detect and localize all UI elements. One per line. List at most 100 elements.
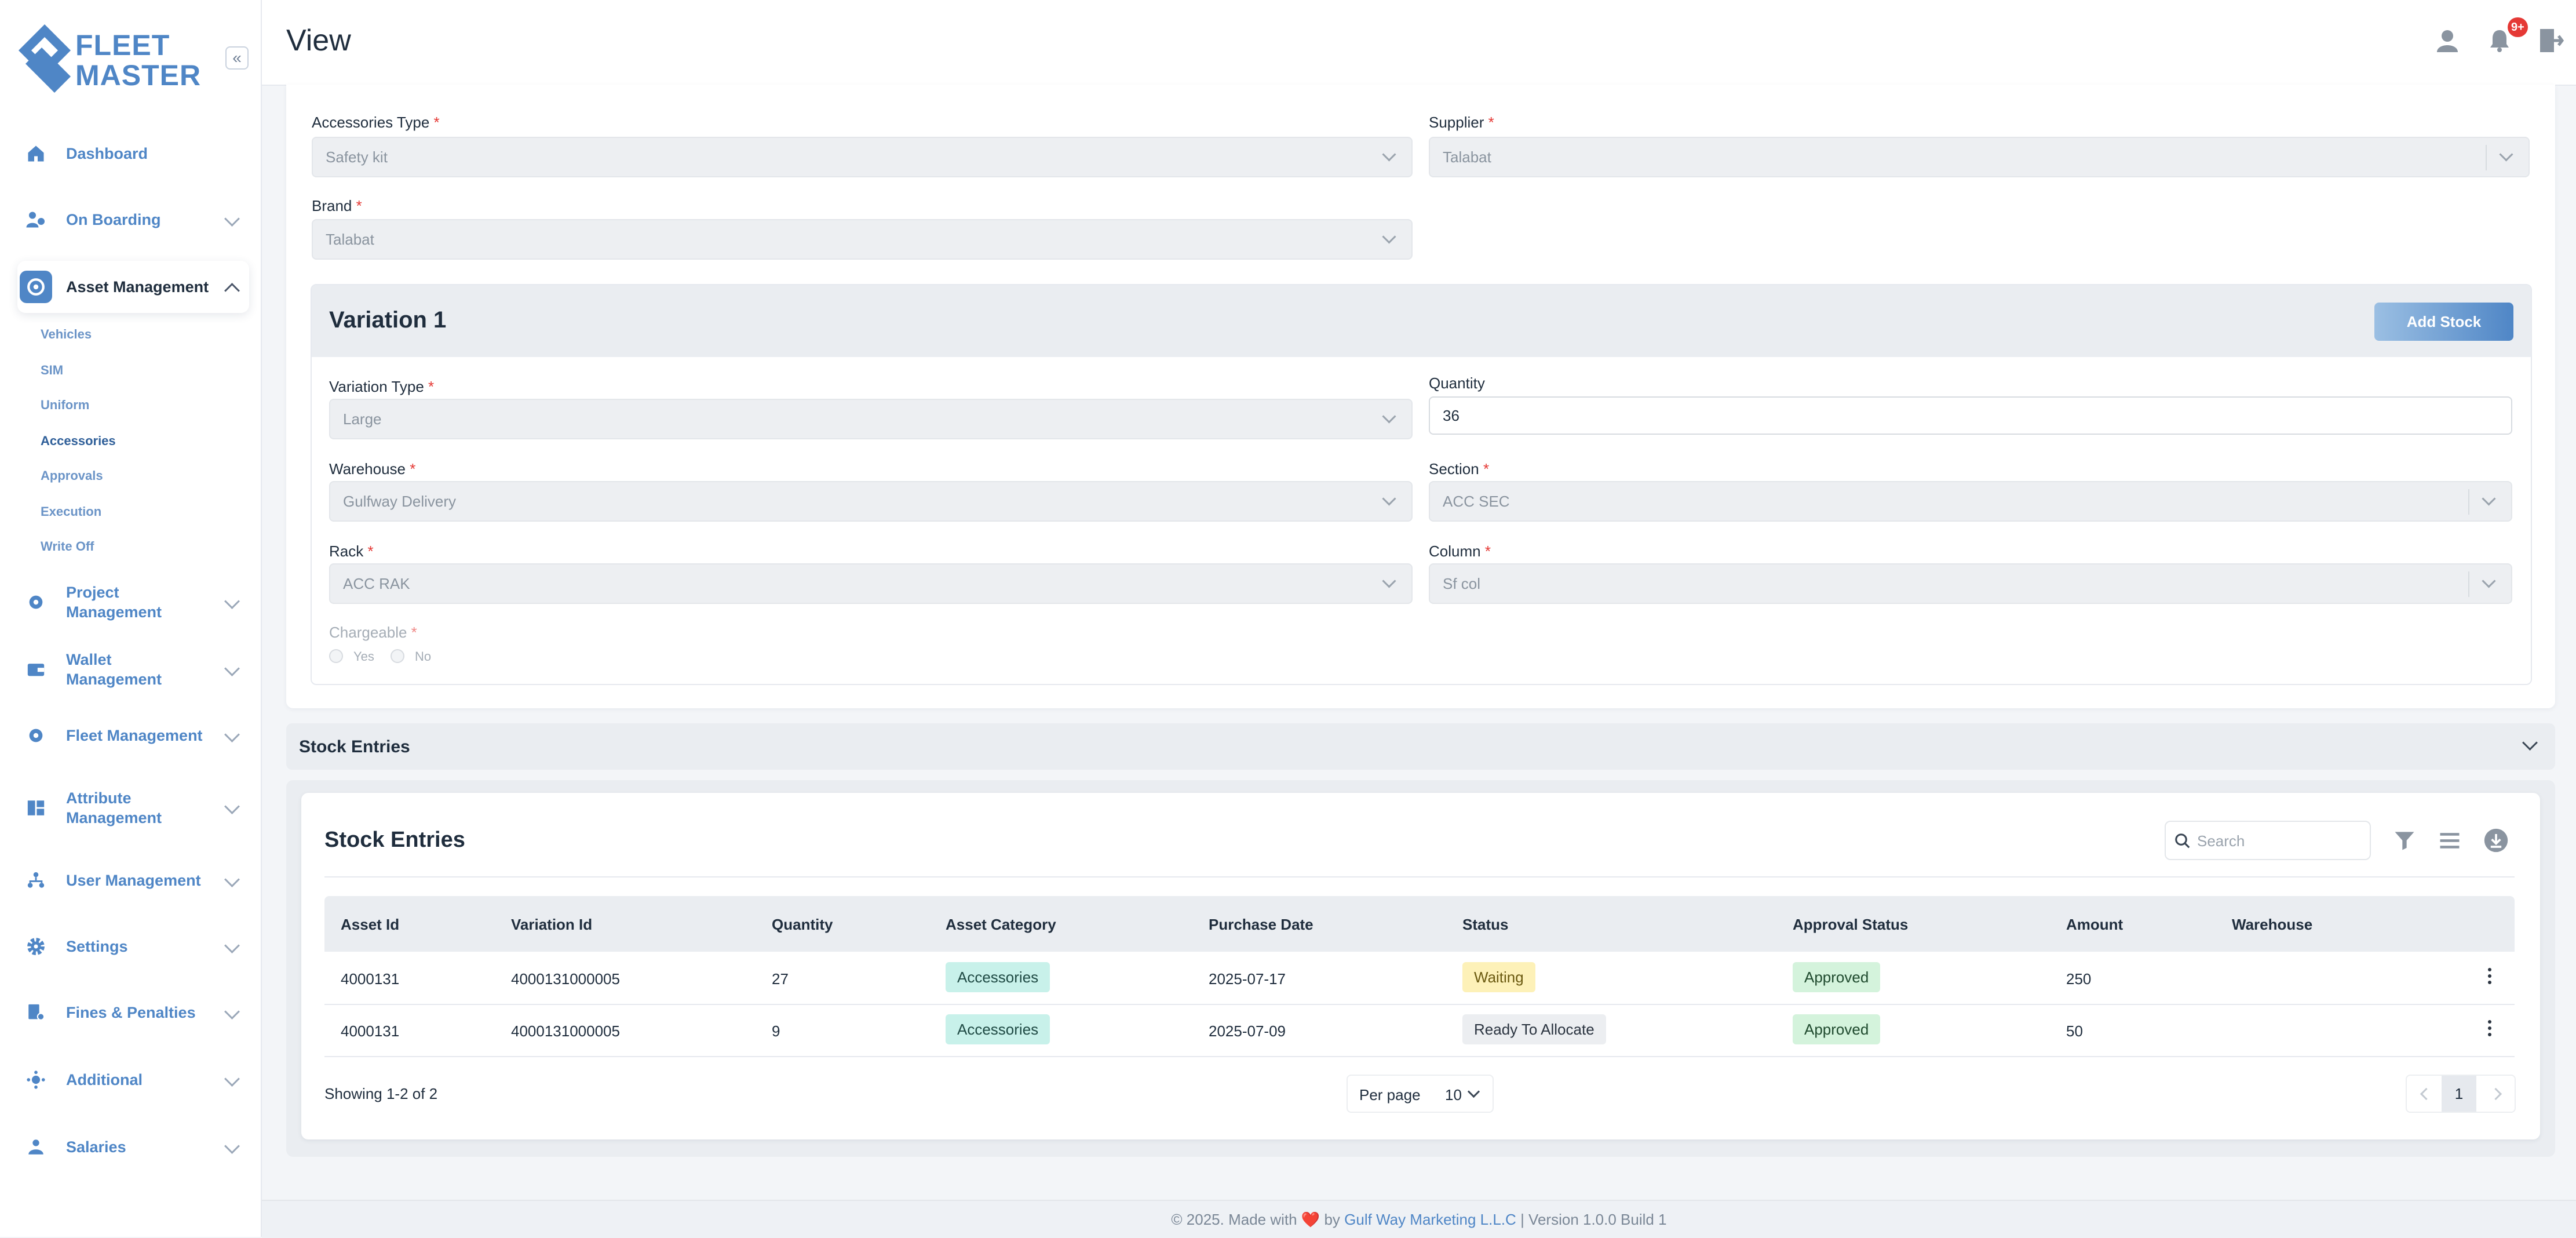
add-stock-button[interactable]: Add Stock (2374, 303, 2513, 341)
search-placeholder: Search (2197, 832, 2245, 850)
column-header-quantity[interactable]: Quantity (772, 916, 833, 934)
download-icon[interactable] (2483, 828, 2509, 853)
brand-select[interactable]: Talabat (312, 219, 1413, 260)
submenu-item-accessories[interactable]: Accessories (41, 434, 116, 449)
column-header-amount[interactable]: Amount (2066, 916, 2123, 934)
fleet-master-logo[interactable]: FLEET MASTER (19, 24, 216, 97)
required-marker: * (356, 197, 362, 214)
next-page-chevron-icon[interactable] (2489, 1087, 2502, 1101)
sidebar-item-user-management[interactable]: User Management (17, 854, 249, 906)
required-marker: * (1488, 114, 1494, 131)
sidebar-item-project-management[interactable]: Project Management (17, 576, 249, 628)
supplier-select[interactable]: Talabat (1429, 137, 2530, 177)
project-icon (20, 586, 52, 618)
chevron-down-icon (1467, 1085, 1480, 1098)
required-marker: * (411, 624, 417, 641)
row-actions-kebab-icon[interactable] (2488, 968, 2491, 987)
select-value: Sf col (1443, 575, 1481, 592)
stock-entries-accordion[interactable]: Stock Entries (286, 723, 2555, 770)
column-header-purchase-date[interactable]: Purchase Date (1209, 916, 1313, 934)
chevron-down-icon (224, 1004, 240, 1019)
sidebar-item-additional[interactable]: Additional (17, 1054, 249, 1106)
column-select[interactable]: Sf col (1429, 563, 2512, 604)
submenu-item-write-off[interactable]: Write Off (41, 539, 94, 554)
required-marker: * (433, 114, 440, 131)
status-badge: Ready To Allocate (1462, 1014, 1606, 1044)
user-profile-icon[interactable] (2433, 27, 2461, 54)
columns-menu-icon[interactable] (2437, 828, 2462, 853)
sidebar-item-fleet-management[interactable]: Fleet Management (17, 709, 249, 762)
variation-title: Variation 1 (329, 307, 447, 333)
submenu-item-vehicles[interactable]: Vehicles (41, 327, 92, 342)
chargeable-yes-label: Yes (353, 649, 374, 664)
submenu-item-approvals[interactable]: Approvals (41, 468, 103, 483)
chargeable-no-radio[interactable] (391, 649, 404, 663)
sidebar-item-attribute-management[interactable]: Attribute Management (17, 781, 249, 835)
chevron-down-icon (224, 799, 240, 814)
chargeable-yes-radio[interactable] (329, 649, 343, 663)
column-header-warehouse[interactable]: Warehouse (2232, 916, 2312, 934)
column-header-asset-id[interactable]: Asset Id (341, 916, 399, 934)
column-header-status[interactable]: Status (1462, 916, 1508, 934)
accessories-type-select[interactable]: Safety kit (312, 137, 1413, 177)
sidebar-item-salaries[interactable]: Salaries (17, 1121, 249, 1173)
pagination: 1 (2406, 1075, 2516, 1113)
fines-icon (20, 996, 52, 1029)
submenu-item-uniform[interactable]: Uniform (41, 398, 89, 413)
company-link[interactable]: Gulf Way Marketing L.L.C (1344, 1211, 1516, 1228)
filter-icon[interactable] (2392, 828, 2417, 853)
footer-prefix: © 2025. Made with (1171, 1211, 1297, 1228)
collapse-sidebar-button[interactable]: « (225, 46, 249, 70)
wallet-icon (20, 653, 52, 686)
quantity-input[interactable]: 36 (1429, 396, 2512, 435)
label-text: Warehouse (329, 460, 406, 478)
chevron-down-icon (2482, 491, 2496, 506)
per-page-label: Per page (1359, 1086, 1421, 1104)
search-input[interactable]: Search (2165, 821, 2371, 860)
per-page-value: 10 (1445, 1086, 1462, 1104)
select-separator (2468, 489, 2469, 515)
submenu-item-sim[interactable]: SIM (41, 363, 63, 378)
warehouse-select[interactable]: Gulfway Delivery (329, 481, 1413, 522)
chevron-down-icon (1382, 409, 1396, 424)
sidebar-item-on-boarding[interactable]: On Boarding (17, 194, 249, 246)
warehouse-label: Warehouse * (329, 460, 415, 478)
row-actions-kebab-icon[interactable] (2488, 1020, 2491, 1039)
logo-mark-icon (19, 24, 71, 93)
top-header: View 9+ (262, 0, 2576, 86)
cell-quantity: 27 (772, 970, 789, 988)
per-page-select[interactable]: Per page 10 (1347, 1075, 1494, 1113)
onboarding-icon (20, 203, 52, 236)
label-text: Column (1429, 542, 1481, 560)
sidebar-item-settings[interactable]: Settings (17, 920, 249, 973)
input-value: 36 (1443, 407, 1460, 424)
sidebar-item-label: Fines & Penalties (66, 1004, 196, 1021)
logout-icon[interactable] (2537, 27, 2564, 54)
chevron-down-icon (224, 727, 240, 742)
select-separator (2486, 145, 2487, 170)
column-header-approval-status[interactable]: Approval Status (1793, 916, 1908, 934)
previous-page-chevron-icon[interactable] (2420, 1087, 2433, 1101)
users-icon (20, 864, 52, 897)
approval-badge: Approved (1793, 1014, 1881, 1044)
chevron-down-icon (2499, 147, 2513, 162)
row-divider (324, 1004, 2515, 1005)
category-badge: Accessories (946, 1014, 1050, 1044)
title-divider (324, 876, 2515, 877)
page-title: View (286, 24, 351, 57)
sidebar-item-label: Settings (66, 938, 128, 955)
variation-type-select[interactable]: Large (329, 399, 1413, 439)
section-select[interactable]: ACC SEC (1429, 481, 2512, 522)
cell-asset-id: 4000131 (341, 970, 400, 988)
additional-icon (20, 1064, 52, 1096)
sidebar-item-fines-penalties[interactable]: Fines & Penalties (17, 986, 249, 1039)
column-header-asset-category[interactable]: Asset Category (946, 916, 1056, 934)
sidebar-item-dashboard[interactable]: Dashboard (17, 128, 249, 180)
submenu-item-execution[interactable]: Execution (41, 504, 101, 519)
page-button-current[interactable]: 1 (2442, 1076, 2476, 1112)
sidebar-item-wallet-management[interactable]: Wallet Management (17, 643, 249, 696)
sidebar-item-label: Additional (66, 1071, 143, 1088)
sidebar-item-asset-management[interactable]: Asset Management (17, 261, 249, 313)
column-header-variation-id[interactable]: Variation Id (511, 916, 592, 934)
rack-select[interactable]: ACC RAK (329, 563, 1413, 604)
